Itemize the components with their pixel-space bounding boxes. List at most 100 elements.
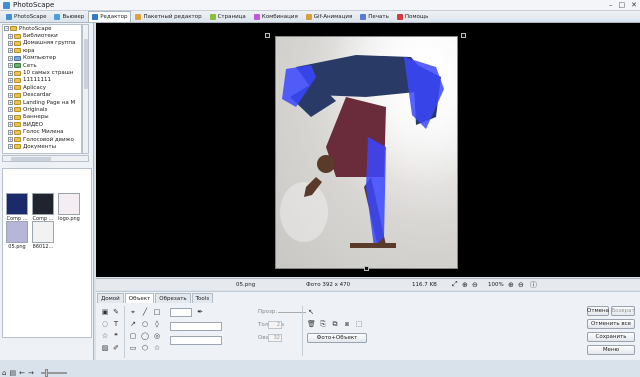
expand-icon[interactable]: + [8,114,13,120]
expand-icon[interactable]: + [8,55,13,61]
photo-image[interactable] [275,36,458,269]
eyedropper-icon[interactable]: ✒ [196,308,204,316]
panel-tab-2[interactable]: Обрезать [155,293,191,303]
quote-icon[interactable]: ❝ [112,332,120,340]
folder-icon[interactable]: ▤ [9,369,16,377]
round-shape-icon[interactable]: ◎ [153,332,161,340]
menu-button[interactable]: Меню [587,345,635,355]
expand-icon[interactable]: + [8,137,13,143]
home-icon[interactable]: ⌂ [2,369,6,377]
save-button[interactable]: Сохранить [587,332,635,342]
redo-button[interactable]: Возврат [611,306,635,316]
circle-tool-icon[interactable]: ○ [141,320,149,328]
thumbnail[interactable]: Comp ... [31,193,55,222]
expand-icon[interactable]: + [8,144,13,150]
tree-item[interactable]: + Баннеры [3,114,81,121]
rect-shape-icon[interactable]: ▢ [129,332,137,340]
oval-input[interactable]: 32 [268,334,282,342]
tab-2[interactable]: Редактор [88,11,132,22]
square-tool-icon[interactable]: ▨ [101,344,109,352]
line-style-combo[interactable] [170,308,192,317]
star-icon[interactable]: ☆ [101,332,109,340]
send-back-icon[interactable]: ⧈ [343,320,351,328]
size-slider[interactable] [40,369,67,377]
pen-tool-icon[interactable]: ✎ [112,308,120,316]
panel-tab-0[interactable]: Домой [97,293,124,303]
tree-horizontal-scrollbar[interactable] [2,155,89,162]
crop-handle-top-right[interactable] [461,33,466,38]
crop-handle-bottom[interactable] [364,266,369,271]
thumbnail[interactable]: logo.png [57,193,81,222]
expand-icon[interactable]: + [8,33,13,39]
tab-6[interactable]: Gif-Анимация [302,11,357,22]
tree-vertical-scrollbar[interactable] [82,24,89,154]
fill-combo[interactable] [170,322,222,331]
undo-button[interactable]: Отмена [587,306,609,316]
expand-icon[interactable]: + [8,48,13,54]
expand-icon[interactable]: + [8,85,13,91]
tree-item[interactable]: + Голос Милена [3,128,81,135]
crop-handle-top-left[interactable] [265,33,270,38]
tree-item[interactable]: + Библиотеки [3,32,81,39]
arrow-tool-icon[interactable]: ↗ [129,320,137,328]
panel-tab-1[interactable]: Объект [124,293,155,303]
tab-0[interactable]: PhotoScape [2,11,50,22]
star-shape-icon[interactable]: ☆ [153,344,161,352]
thumbnail[interactable]: Comp ... [5,193,29,222]
rounded-rect-icon[interactable]: ▭ [129,344,137,352]
text-tool-icon[interactable]: T [112,320,120,328]
zoom-plus-icon[interactable]: ⊕ [508,281,514,289]
forward-icon[interactable]: → [28,369,34,377]
expand-icon[interactable]: + [8,40,13,46]
oval-shape-icon[interactable]: ◯ [141,332,149,340]
bring-front-icon[interactable]: ⧉ [331,320,339,328]
tree-item[interactable]: + Descardar [3,92,81,99]
fit-icon[interactable]: ⤢ [452,280,458,289]
brush-tool-icon[interactable]: ✐ [112,344,120,352]
expand-icon[interactable]: + [8,129,13,135]
tab-5[interactable]: Комбинация [250,11,302,22]
select-tool-icon[interactable]: ⌖ [129,308,137,316]
tree-item[interactable]: + Компьютер [3,55,81,62]
zoom-minus-icon[interactable]: ⊖ [518,281,524,289]
tab-3[interactable]: Пакетный редактор [131,11,205,22]
tree-item[interactable]: + Landing Page на M [3,99,81,106]
tree-item[interactable]: + Домашняя группа [3,40,81,47]
tree-item[interactable]: + Голосовой движо [3,136,81,143]
thickness-input[interactable]: 2 [268,321,282,329]
tab-1[interactable]: Вьювер [50,11,88,22]
group-icon[interactable]: ⬚ [355,320,363,328]
expand-icon[interactable]: + [8,70,13,76]
photo-object-button[interactable]: Фото+Объект [307,333,367,343]
tree-item[interactable]: +10 самых страшн [3,69,81,76]
zoom-out-icon[interactable]: ⊖ [472,281,478,289]
thumbnail[interactable]: 05.png [5,221,29,250]
thumbnail[interactable]: 86012... [31,221,55,250]
expand-icon[interactable]: + [8,63,13,69]
maximize-icon[interactable]: □ [619,1,626,9]
folder-tree[interactable]: − PhotoScape + Библиотеки + Домашняя группа + ю… [2,24,82,154]
back-icon[interactable]: ← [19,369,25,377]
zoom-in-icon[interactable]: ⊕ [462,281,468,289]
expand-icon[interactable]: − [4,26,9,32]
tree-item[interactable]: + Документы [3,143,81,150]
expand-icon[interactable]: + [8,122,13,128]
panel-tab-3[interactable]: Tools [191,293,214,303]
scroll-thumb[interactable] [11,157,51,161]
tree-item[interactable]: + Aplicacy [3,84,81,91]
tab-4[interactable]: Страница [206,11,250,22]
rectangle-tool-icon[interactable]: □ [153,308,161,316]
image-tool-icon[interactable]: ▣ [101,308,109,316]
info-icon[interactable]: ⓘ [530,280,537,290]
tab-8[interactable]: Помощь [393,11,432,22]
copy-icon[interactable]: ⎘ [319,320,327,328]
undo-all-button[interactable]: Отменить все [587,319,635,329]
tab-7[interactable]: Печать [356,11,393,22]
line-tool-icon[interactable]: ╱ [141,308,149,316]
speech-bubble-icon[interactable]: ◌ [101,320,109,328]
expand-icon[interactable]: + [8,92,13,98]
tree-item[interactable]: +11111111 [3,77,81,84]
tree-item[interactable]: − PhotoScape [3,25,81,32]
pointer-icon[interactable]: ↖ [307,308,315,316]
tree-item[interactable]: + Сеть [3,62,81,69]
